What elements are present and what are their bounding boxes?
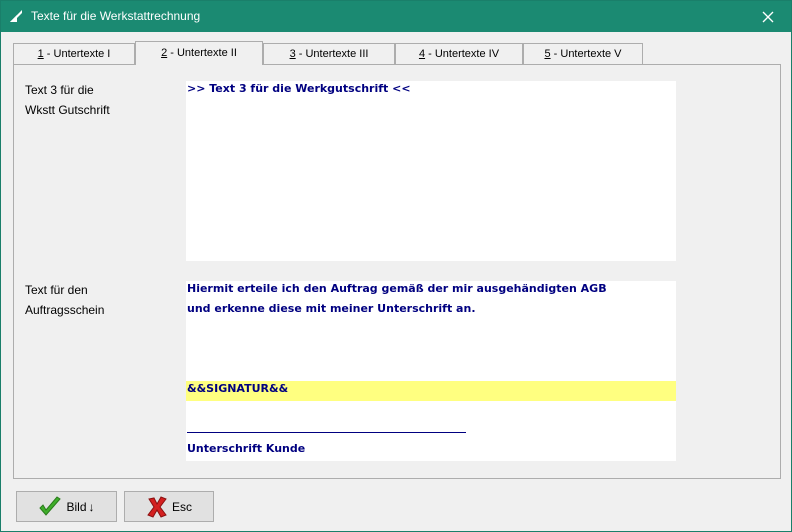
close-icon [762, 11, 774, 22]
tab-label: - Untertexte IV [425, 48, 500, 60]
tab-label: - Untertexte I [43, 48, 111, 60]
bild-label: Bild [66, 499, 87, 514]
gutschrift-label: Text 3 für die Wkstt Gutschrift [25, 80, 110, 120]
tab-untertexte-1[interactable]: 1 - Untertexte I [13, 43, 135, 65]
tab-untertexte-5[interactable]: 5 - Untertexte V [523, 43, 643, 65]
signature-placeholder: &&SIGNATUR&& [187, 382, 289, 395]
auftrag-label-line1: Text für den [25, 283, 88, 297]
auftrag-label: Text für den Auftragsschein [25, 280, 104, 320]
title-bar[interactable]: Texte für die Werkstattrechnung [1, 1, 791, 32]
window-title: Texte für die Werkstattrechnung [31, 9, 201, 23]
app-logo-icon [10, 10, 22, 22]
tab-label: - Untertexte III [295, 48, 369, 60]
tab-untertexte-2[interactable]: 2 - Untertexte II [135, 41, 263, 65]
auftrag-text-line-2: und erkenne diese mit meiner Unterschrif… [187, 302, 476, 315]
tab-label: - Untertexte V [550, 48, 622, 60]
red-x-icon [146, 495, 168, 518]
tab-untertexte-3[interactable]: 3 - Untertexte III [263, 43, 395, 65]
gutschrift-label-line2: Wkstt Gutschrift [25, 103, 110, 117]
gutschrift-textarea[interactable]: >> Text 3 für die Werkgutschrift << [186, 81, 676, 261]
tab-untertexte-4[interactable]: 4 - Untertexte IV [395, 43, 523, 65]
dialog-window: Texte für die Werkstattrechnung 1 - Unte… [0, 0, 792, 532]
bild-button[interactable]: Bild ↓ [16, 491, 117, 522]
esc-button[interactable]: Esc [124, 491, 214, 522]
tab-label: - Untertexte II [167, 47, 237, 59]
signature-line [187, 432, 466, 433]
auftrag-text-line-1: Hiermit erteile ich den Auftrag gemäß de… [187, 282, 607, 295]
esc-label: Esc [171, 499, 192, 514]
gutschrift-text-line: >> Text 3 für die Werkgutschrift << [187, 82, 411, 95]
gutschrift-label-line1: Text 3 für die [25, 83, 94, 97]
checkmark-icon [38, 495, 62, 518]
signature-caption: Unterschrift Kunde [187, 442, 306, 455]
close-button[interactable] [745, 1, 791, 32]
auftrag-textarea[interactable]: Hiermit erteile ich den Auftrag gemäß de… [186, 281, 676, 461]
down-arrow-icon: ↓ [88, 499, 95, 514]
auftrag-label-line2: Auftragsschein [25, 303, 105, 317]
